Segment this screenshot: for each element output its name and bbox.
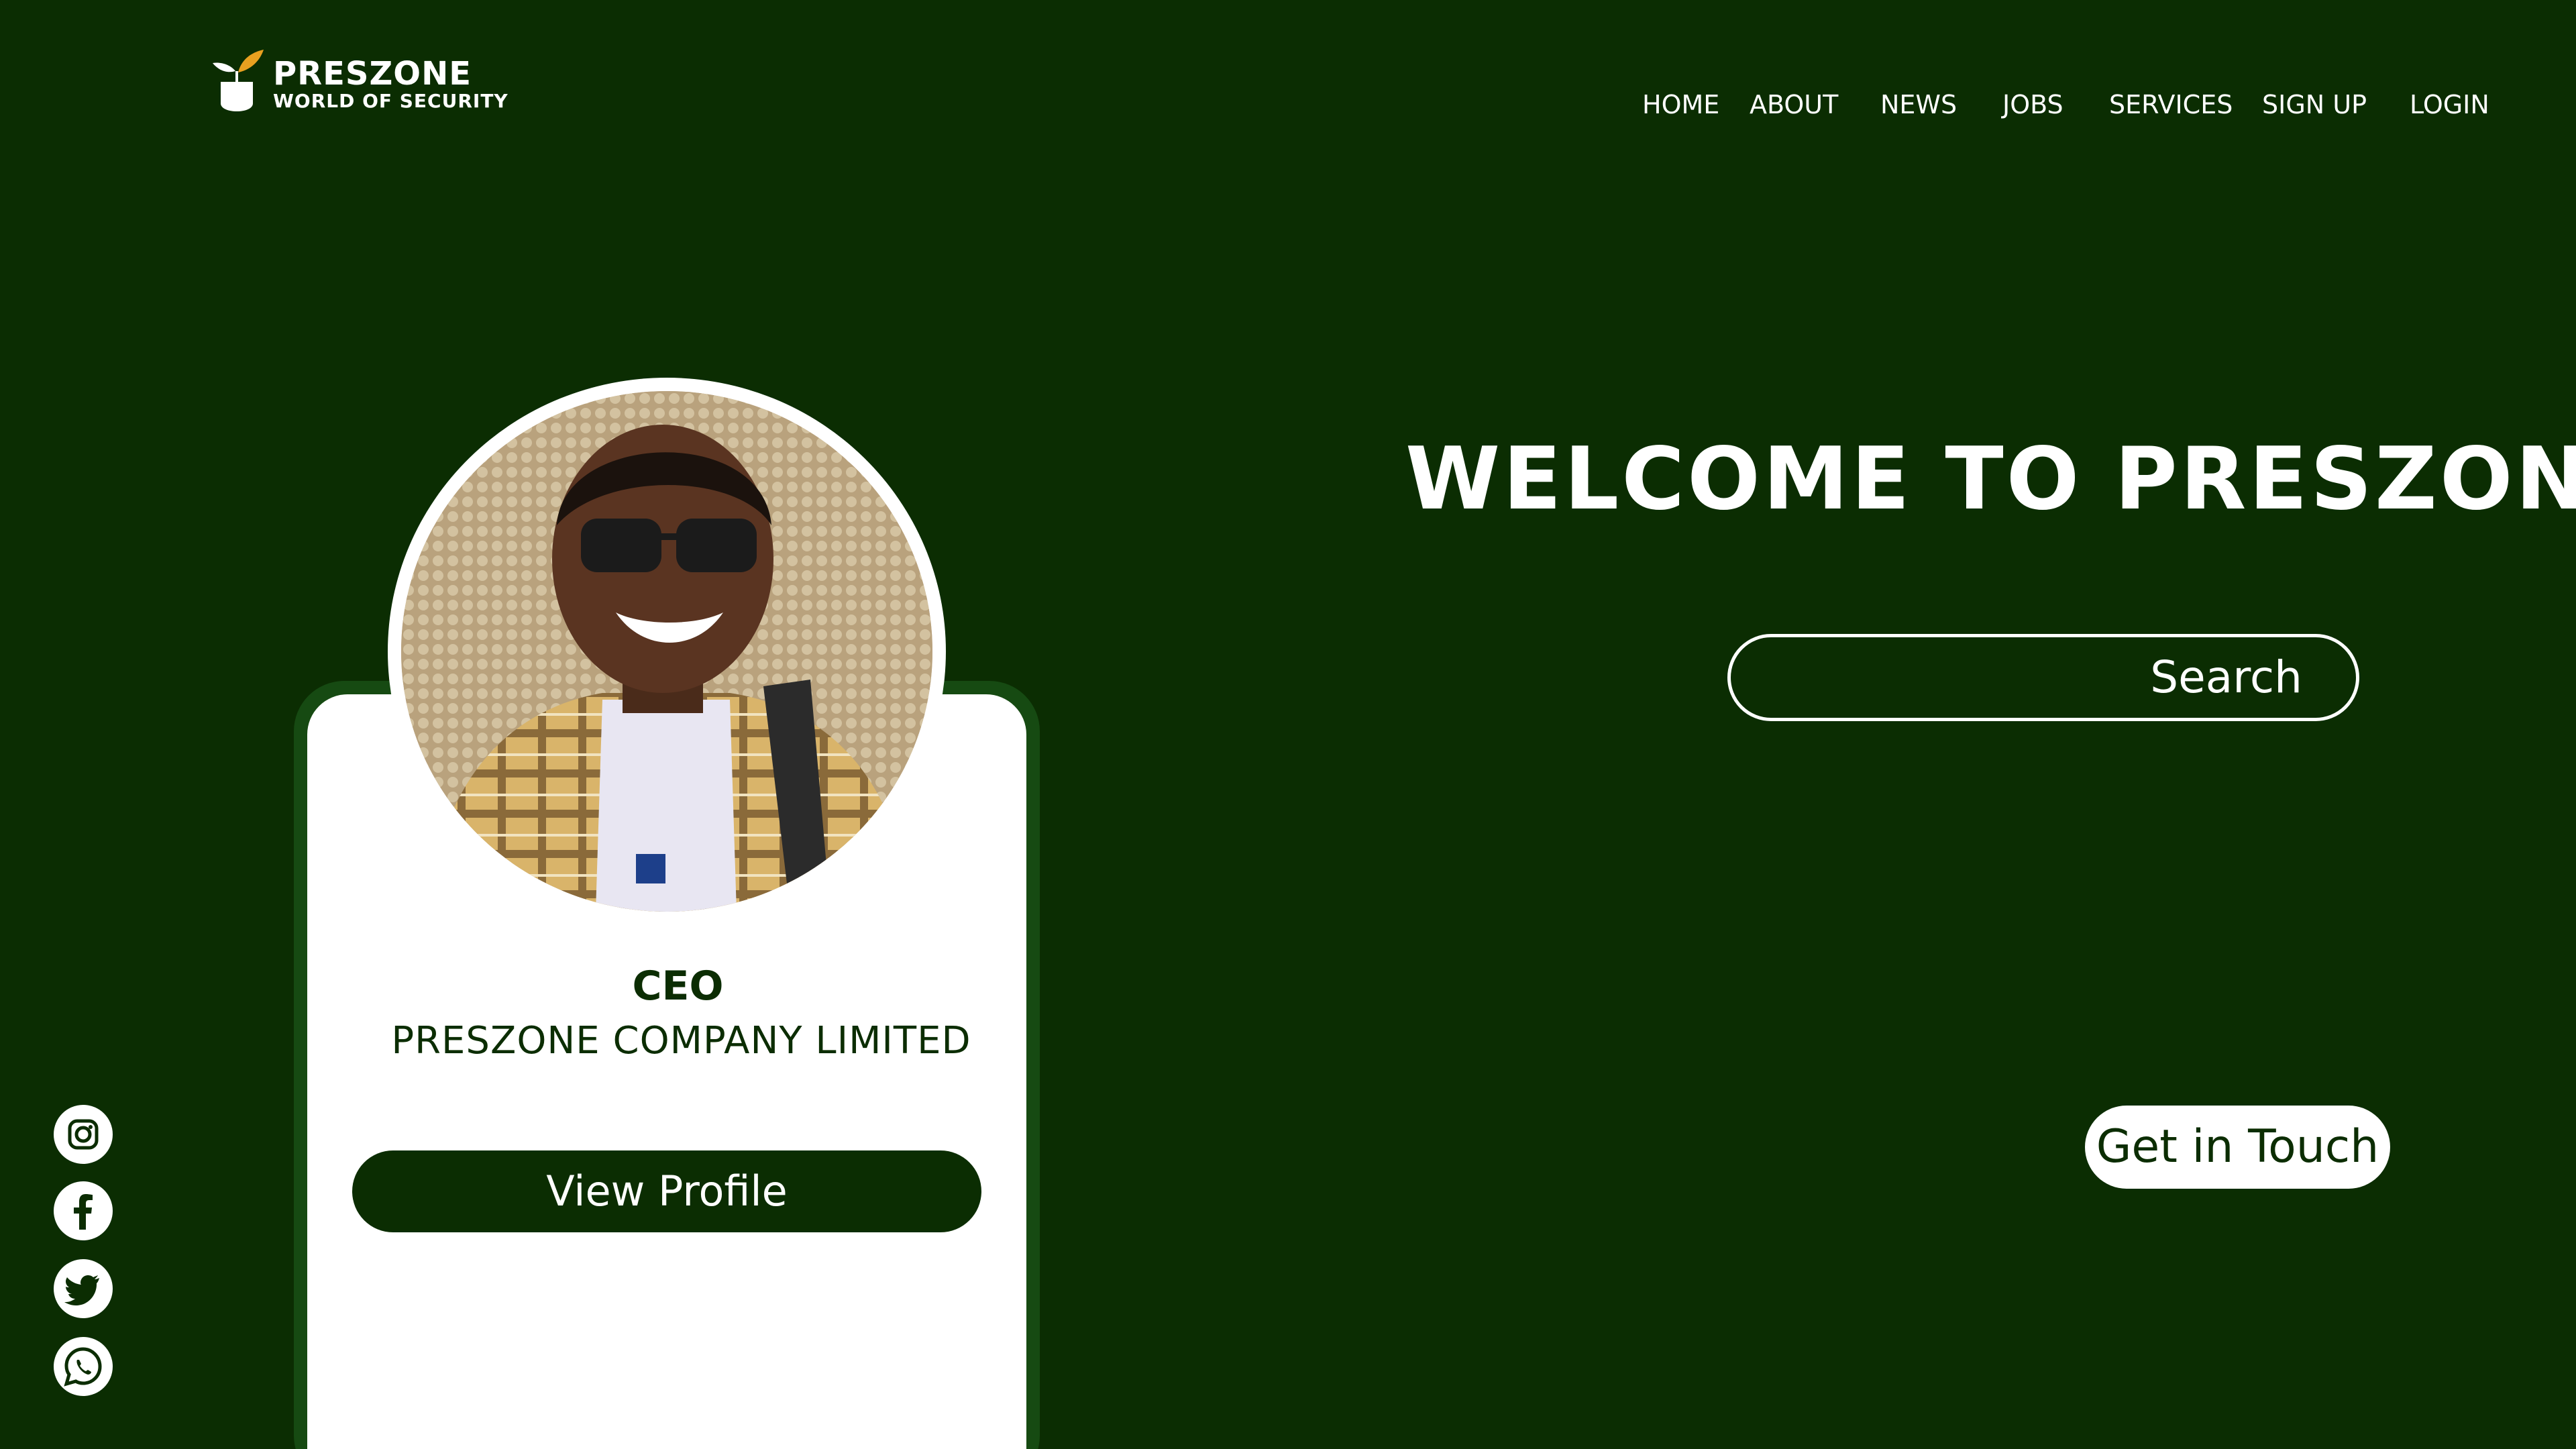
hero-title: WELCOME TO PRESZONE [1405,429,2576,529]
brand-text: PRESZONE WORLD OF SECURITY [273,56,508,111]
nav-item-login[interactable]: LOGIN [2410,86,2489,123]
profile-role: CEO [632,963,724,1010]
nav-item-news[interactable]: NEWS [1880,86,1957,123]
main-nav: HOME ABOUT NEWS JOBS SERVICES SIGN UP LO… [1642,86,2489,123]
person-portrait-image [401,391,932,912]
instagram-icon[interactable] [54,1105,113,1164]
twitter-icon[interactable] [54,1259,113,1318]
avatar [401,391,932,912]
nav-item-home[interactable]: HOME [1642,86,1719,123]
sprout-logo-icon [211,47,265,121]
nav-item-about[interactable]: ABOUT [1750,86,1838,123]
search-input[interactable] [1758,651,2190,706]
facebook-icon[interactable] [54,1181,113,1240]
view-profile-button[interactable]: View Profile [352,1150,981,1232]
nav-item-services[interactable]: SERVICES [2109,86,2233,123]
nav-item-jobs[interactable]: JOBS [2002,86,2063,123]
get-in-touch-button[interactable]: Get in Touch [2085,1106,2390,1189]
nav-item-sign-up[interactable]: SIGN UP [2262,86,2367,123]
profile-company: PRESZONE COMPANY LIMITED [391,1019,971,1063]
landing-page: PRESZONE WORLD OF SECURITY HOME ABOUT NE… [0,0,2576,1449]
whatsapp-icon[interactable] [54,1337,113,1396]
search-bar: Search [1727,634,2359,721]
brand-logo[interactable]: PRESZONE WORLD OF SECURITY [211,47,508,121]
brand-name: PRESZONE [273,55,472,93]
brand-tagline: WORLD OF SECURITY [273,90,508,112]
